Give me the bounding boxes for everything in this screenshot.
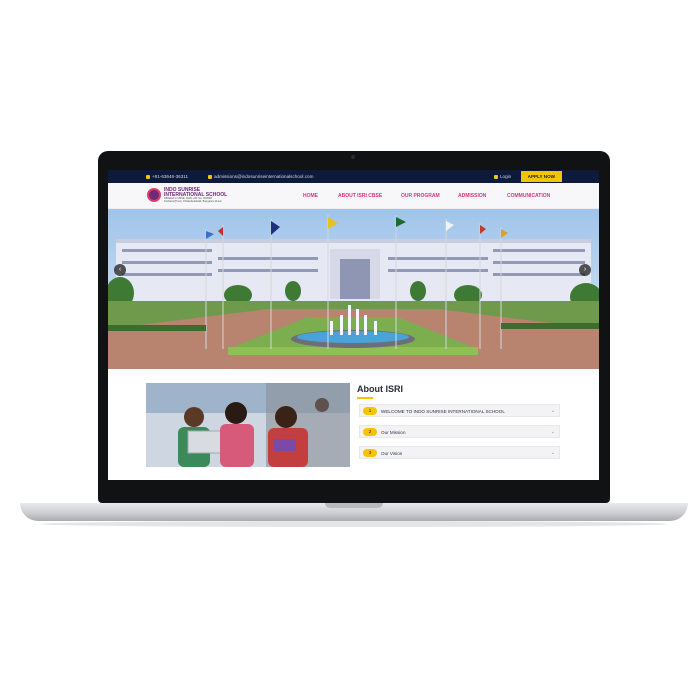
school-crest-icon (147, 188, 161, 202)
site-header: INDO SUNRISE INTERNATIONAL SCHOOL Affili… (108, 183, 599, 209)
laptop-bezel: +91-63646-36311 admissions@indosunrisein… (98, 151, 610, 503)
title-underline (357, 397, 373, 399)
phone-contact[interactable]: +91-63646-36311 (146, 174, 188, 179)
logo-line-4: Kothanur(Post), Chikkabettahalli, Bangal… (164, 200, 222, 203)
accordion-label: Our Vision (381, 451, 403, 456)
email-contact[interactable]: admissions@indosunriseinternationalschoo… (208, 174, 313, 179)
chevron-down-icon: ⌄ (550, 408, 555, 414)
nav-home[interactable]: HOME (303, 193, 318, 199)
phone-text: +91-63646-36311 (152, 174, 189, 179)
nav-communication[interactable]: COMMUNICATION (507, 193, 550, 199)
login-link[interactable]: Login (494, 174, 511, 179)
accordion-number-badge: 3 (363, 449, 377, 457)
accordion-label: WELCOME TO INDO SUNRISE INTERNATIONAL SC… (381, 409, 505, 414)
campus-photo (108, 209, 599, 369)
accordion-item-vision[interactable]: 3 Our Vision ⌄ (359, 446, 560, 459)
laptop-hinge-notch (325, 503, 383, 508)
nav-our-program[interactable]: OUR PROGRAM (401, 193, 440, 199)
laptop-base (20, 503, 688, 521)
accordion-number-badge: 2 (363, 428, 377, 436)
accordion-label: Our Mission (381, 430, 406, 435)
login-text: Login (500, 174, 512, 179)
hero-slider: ‹ › (108, 209, 599, 369)
laptop-screen: +91-63646-36311 admissions@indosunrisein… (108, 170, 599, 480)
chevron-down-icon: ⌄ (550, 450, 555, 456)
laptop-shadow (40, 521, 668, 527)
top-info-bar: +91-63646-36311 admissions@indosunrisein… (108, 170, 599, 183)
slider-prev-button[interactable]: ‹ (114, 264, 126, 276)
email-icon (208, 174, 212, 179)
nav-about-isri-cbse[interactable]: ABOUT ISRI CBSE (338, 193, 382, 199)
students-photo (146, 383, 350, 467)
accordion-item-welcome[interactable]: 1 WELCOME TO INDO SUNRISE INTERNATIONAL … (359, 404, 560, 417)
webcam (351, 155, 355, 159)
phone-icon (146, 174, 150, 179)
slider-next-button[interactable]: › (579, 264, 591, 276)
nav-admission[interactable]: ADMISSION (458, 193, 486, 199)
about-section-title: About ISRI (357, 384, 403, 394)
accordion-item-mission[interactable]: 2 Our Mission ⌄ (359, 425, 560, 438)
accordion-number-badge: 1 (363, 407, 377, 415)
user-icon (494, 174, 498, 179)
chevron-down-icon: ⌄ (550, 429, 555, 435)
apply-now-button[interactable]: APPLY NOW (520, 171, 562, 182)
email-text: admissions@indosunriseinternationalschoo… (214, 174, 314, 179)
